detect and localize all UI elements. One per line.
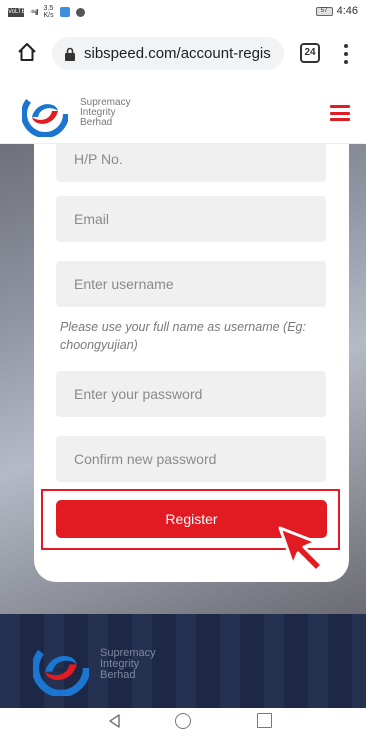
speed-value: 3.5 bbox=[43, 5, 54, 12]
site-footer: Supremacy Integrity Berhad bbox=[0, 614, 366, 708]
speed-unit: K/s bbox=[43, 12, 54, 19]
hamburger-line bbox=[330, 111, 350, 115]
hamburger-line bbox=[330, 105, 350, 108]
menu-dot bbox=[344, 60, 348, 64]
username-hint: Please use your full name as username (E… bbox=[60, 320, 306, 352]
back-triangle-icon[interactable] bbox=[107, 713, 123, 729]
password-field[interactable]: Enter your password bbox=[56, 371, 326, 417]
lock-icon bbox=[65, 47, 75, 61]
browser-toolbar: sibspeed.com/account-regis 24 bbox=[0, 22, 366, 84]
email-field[interactable]: Email bbox=[56, 196, 326, 242]
url-text: sibspeed.com/account-regis bbox=[84, 45, 271, 62]
brand-logo-icon[interactable] bbox=[22, 91, 68, 137]
more-vert-icon[interactable] bbox=[340, 44, 352, 64]
status-left: VoLTE ⁴⁶ıll 3.5 K/s bbox=[8, 5, 85, 19]
hamburger-line bbox=[330, 118, 350, 121]
square-recent-icon[interactable] bbox=[257, 713, 272, 728]
brand-line: Berhad bbox=[80, 117, 113, 128]
circle-home-icon[interactable] bbox=[175, 713, 191, 729]
hamburger-menu-icon[interactable] bbox=[330, 105, 350, 121]
menu-dot bbox=[344, 52, 348, 56]
clock: 4:46 bbox=[336, 5, 358, 17]
confirm-password-field[interactable]: Confirm new password bbox=[56, 436, 326, 482]
url-bar[interactable]: sibspeed.com/account-regis bbox=[52, 37, 284, 70]
username-field[interactable]: Enter username bbox=[56, 261, 326, 307]
signal-icon: ⁴⁶ıll bbox=[30, 7, 38, 17]
phone-field[interactable]: H/P No. bbox=[56, 144, 326, 182]
pointer-arrow-icon bbox=[278, 526, 324, 573]
menu-dot bbox=[344, 44, 348, 48]
notification-app-icon bbox=[59, 7, 70, 17]
brand-name: Supremacy Integrity Berhad bbox=[80, 98, 131, 128]
footer-brand-name: Supremacy Integrity Berhad bbox=[100, 648, 156, 681]
status-bar: VoLTE ⁴⁶ıll 3.5 K/s 57 4:46 bbox=[0, 0, 366, 22]
site-header: Supremacy Integrity Berhad bbox=[0, 84, 366, 144]
network-speed: 3.5 K/s bbox=[44, 5, 54, 19]
battery-icon: 57 bbox=[315, 6, 333, 16]
notification-circle-icon bbox=[75, 7, 85, 17]
footer-logo-icon bbox=[33, 640, 89, 696]
tab-switcher-button[interactable]: 24 bbox=[300, 43, 320, 63]
status-right: 57 4:46 bbox=[315, 5, 358, 17]
sim-badge: VoLTE bbox=[8, 7, 26, 17]
system-nav-bar bbox=[0, 708, 366, 736]
footer-brand-line: Berhad bbox=[100, 669, 136, 681]
home-icon[interactable] bbox=[16, 41, 38, 63]
